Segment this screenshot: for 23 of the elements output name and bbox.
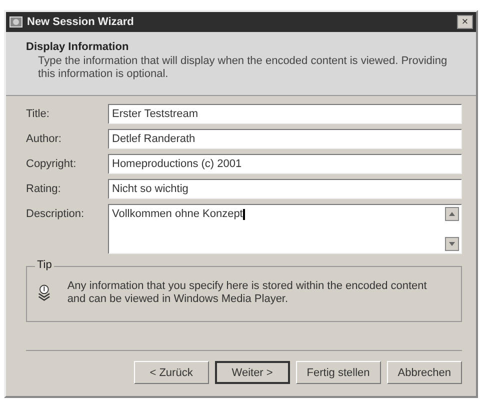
field-label: Rating: (26, 182, 62, 195)
section-title: Display Information (26, 41, 130, 53)
description-field[interactable]: Vollkommen ohne Konzept (108, 204, 462, 254)
wizard-button[interactable]: < Zurück (134, 361, 209, 384)
close-button[interactable]: × (457, 15, 473, 29)
wizard-button[interactable]: Weiter > (214, 361, 290, 384)
field-label: Author: (26, 132, 62, 145)
text-field[interactable]: Nicht so wichtig (108, 179, 462, 199)
wizard-button[interactable]: Abbrechen (386, 361, 462, 384)
app-icon (9, 15, 23, 29)
window-title: New Session Wizard (27, 16, 135, 28)
text-field[interactable]: Detlef Randerath (108, 129, 462, 149)
text-field[interactable]: Erster Teststream (108, 104, 462, 124)
field-label: Description: (26, 207, 86, 220)
tip-text: Any information that you specify here is stored within the encoded content and can be viewed in Windows Media Player. (67, 280, 428, 306)
field-label: Title: (26, 107, 50, 120)
field-label: Copyright: (26, 157, 78, 170)
scroll-up-button[interactable] (445, 207, 459, 221)
text-field[interactable]: Homeproductions (c) 2001 (108, 154, 462, 174)
wizard-button[interactable]: Fertig stellen (296, 361, 381, 384)
scroll-down-button[interactable] (445, 237, 459, 251)
tip-legend: Tip (35, 259, 54, 271)
section-description: Type the information that will display when the encoded content is viewed. Providing this information is optional. (37, 55, 448, 81)
